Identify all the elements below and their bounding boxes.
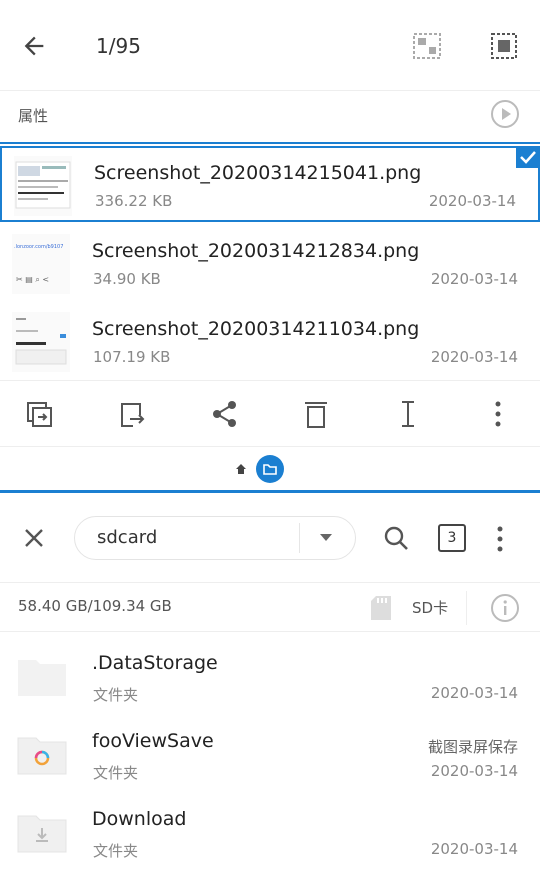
separator: [466, 591, 467, 625]
storage-usage: 58.40 GB/109.34 GB: [18, 597, 172, 615]
properties-label[interactable]: 属性: [18, 105, 48, 126]
page-counter: 1/95: [96, 34, 141, 58]
file-date: 2020-03-14: [430, 348, 518, 366]
folder-icon: [18, 660, 66, 696]
sd-card-label[interactable]: SD卡: [412, 597, 448, 618]
folder-date: 2020-03-14: [430, 684, 518, 702]
file-date: 2020-03-14: [430, 270, 518, 288]
search-icon[interactable]: [382, 524, 412, 554]
file-size: 336.22 KB: [95, 192, 173, 210]
pane-divider[interactable]: [0, 490, 540, 493]
download-folder-icon: [17, 815, 67, 853]
path-separator: [299, 523, 300, 553]
svg-text:✂ ▤ ⌕ <: ✂ ▤ ⌕ <: [16, 275, 49, 284]
file-name: Screenshot_20200314215041.png: [94, 162, 422, 184]
tab-count-button[interactable]: 3: [438, 524, 466, 552]
selected-check[interactable]: [516, 146, 540, 168]
share-icon[interactable]: [210, 399, 240, 429]
folder-name: Download: [92, 808, 187, 830]
thumbnail-image: [12, 312, 70, 372]
selection-indicator-line: [0, 142, 540, 144]
file-row[interactable]: Screenshot_20200314211034.png 107.19 KB …: [0, 304, 540, 380]
thumbnail-url-text: .lonzoor.com/b9107: [14, 244, 63, 250]
trash-icon[interactable]: [302, 399, 330, 429]
action-toolbar: [0, 380, 540, 446]
breadcrumb: [0, 446, 540, 490]
select-all-icon[interactable]: [490, 32, 518, 60]
folder-type: 文件夹: [93, 686, 139, 704]
folder-date: 2020-03-14: [430, 762, 518, 780]
copy-to-icon[interactable]: [26, 401, 54, 429]
folder-type: 文件夹: [93, 764, 139, 782]
file-browser-pane: sdcard 3 58.40 GB/109.34 GB SD卡 .DataSto…: [0, 494, 540, 888]
close-icon[interactable]: [22, 526, 46, 550]
file-row[interactable]: .lonzoor.com/b9107 ✂ ▤ ⌕ < Screenshot_20…: [0, 226, 540, 302]
storage-bar: 58.40 GB/109.34 GB SD卡: [0, 582, 540, 632]
app-folder-icon: [17, 737, 67, 775]
folder-crumb[interactable]: [256, 455, 284, 483]
top-toolbar: 1/95: [0, 0, 540, 88]
back-arrow-icon[interactable]: [20, 32, 48, 60]
folder-name: .DataStorage: [92, 652, 218, 674]
properties-bar: 属性: [0, 90, 540, 140]
sd-card-icon[interactable]: [370, 595, 392, 621]
rename-icon[interactable]: [394, 399, 422, 429]
file-date: 2020-03-14: [428, 192, 516, 210]
folder-row[interactable]: .DataStorage 文件夹 2020-03-14: [0, 640, 540, 718]
info-icon[interactable]: [490, 593, 520, 623]
more-vertical-icon[interactable]: [488, 399, 508, 429]
file-row[interactable]: Screenshot_20200314215041.png 336.22 KB …: [0, 146, 540, 222]
folder-row[interactable]: fooViewSave 截图录屏保存 文件夹 2020-03-14: [0, 718, 540, 796]
file-name: Screenshot_20200314211034.png: [92, 318, 420, 340]
folder-note: 截图录屏保存: [427, 738, 518, 756]
folder-date: 2020-03-14: [430, 840, 518, 858]
more-vertical-icon[interactable]: [490, 524, 510, 554]
check-icon: [520, 151, 536, 164]
home-icon[interactable]: [235, 463, 247, 475]
folder-name: fooViewSave: [92, 730, 214, 752]
chevron-down-icon[interactable]: [319, 533, 333, 543]
file-name: Screenshot_20200314212834.png: [92, 240, 420, 262]
thumbnail-image: .lonzoor.com/b9107 ✂ ▤ ⌕ <: [12, 234, 70, 294]
qr-scan-icon[interactable]: [412, 32, 442, 60]
file-size: 107.19 KB: [93, 348, 171, 366]
folder-type: 文件夹: [93, 842, 139, 860]
folder-row[interactable]: Download 文件夹 2020-03-14: [0, 796, 540, 874]
thumbnail-image: [14, 156, 72, 216]
move-to-icon[interactable]: [118, 401, 146, 429]
path-text: sdcard: [97, 527, 158, 548]
folder-icon: [263, 464, 277, 475]
path-selector[interactable]: sdcard: [74, 516, 356, 560]
play-circle-icon[interactable]: [490, 99, 520, 129]
image-viewer-pane: 1/95 属性 Screenshot_20200314215041.png 33…: [0, 0, 540, 490]
file-size: 34.90 KB: [93, 270, 161, 288]
